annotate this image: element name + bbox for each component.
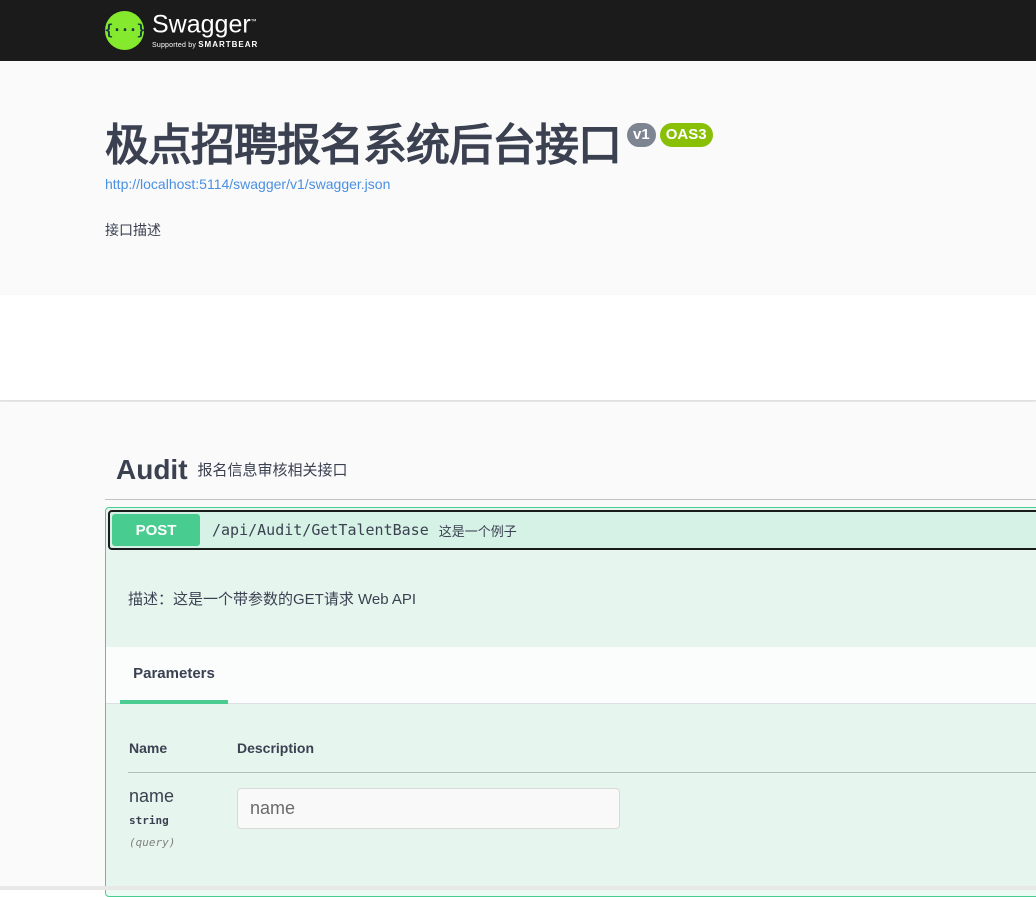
top-bar: {···} Swagger™ Supported by SMARTBEAR [0, 0, 1036, 61]
parameter-name: name [129, 786, 175, 806]
scheme-container [0, 295, 1036, 401]
operation-summary: 这是一个例子 [438, 523, 517, 539]
title-row: 极点招聘报名系统后台接口 v1 OAS3 [105, 119, 713, 173]
column-description-header: Description [237, 740, 315, 756]
swagger-logo[interactable]: {···} Swagger™ Supported by SMARTBEAR [104, 5, 258, 55]
parameters-bar: Parameters [106, 647, 1036, 704]
column-name-header: Name [129, 740, 168, 756]
oas-badge: OAS3 [659, 123, 713, 147]
spec-url-link[interactable]: http://localhost:5114/swagger/v1/swagger… [105, 176, 390, 192]
tab-parameters[interactable]: Parameters [120, 647, 228, 704]
parameters-table-header: Name Description [128, 733, 1036, 773]
opblock-summary[interactable]: POST /api/Audit/GetTalentBase 这是一个例子 [108, 510, 1036, 550]
logo-text: Swagger™ Supported by SMARTBEAR [152, 9, 258, 51]
name-parameter-input[interactable] [237, 788, 620, 829]
version-badge: v1 [627, 123, 656, 147]
operations-section: Audit 报名信息审核相关接口 POST /api/Audit/GetTale… [0, 402, 1036, 897]
swagger-logo-icon: {···} [104, 10, 146, 50]
info-section: 极点招聘报名系统后台接口 v1 OAS3 http://localhost:51… [0, 61, 1036, 295]
logo-brand: Swagger™ [152, 10, 257, 39]
api-description: 接口描述 [105, 222, 161, 238]
tag-description: 报名信息审核相关接口 [197, 462, 348, 479]
tag-header-audit[interactable]: Audit 报名信息审核相关接口 [105, 440, 1036, 500]
opblock-post: POST /api/Audit/GetTalentBase 这是一个例子 描述：… [105, 507, 1036, 897]
operation-path: /api/Audit/GetTalentBase [212, 521, 429, 539]
tag-name: Audit [116, 453, 188, 485]
parameter-row: name string (query) [128, 786, 1036, 866]
page-title: 极点招聘报名系统后台接口 [105, 120, 622, 171]
parameter-type: string [129, 814, 169, 827]
horizontal-scrollbar[interactable] [0, 886, 1036, 890]
logo-supported-by: Supported by SMARTBEAR [152, 40, 259, 50]
operation-description: 描述：这是一个带参数的GET请求 Web API [128, 591, 417, 608]
method-post-badge: POST [112, 514, 200, 546]
parameter-location: (query) [129, 836, 176, 849]
